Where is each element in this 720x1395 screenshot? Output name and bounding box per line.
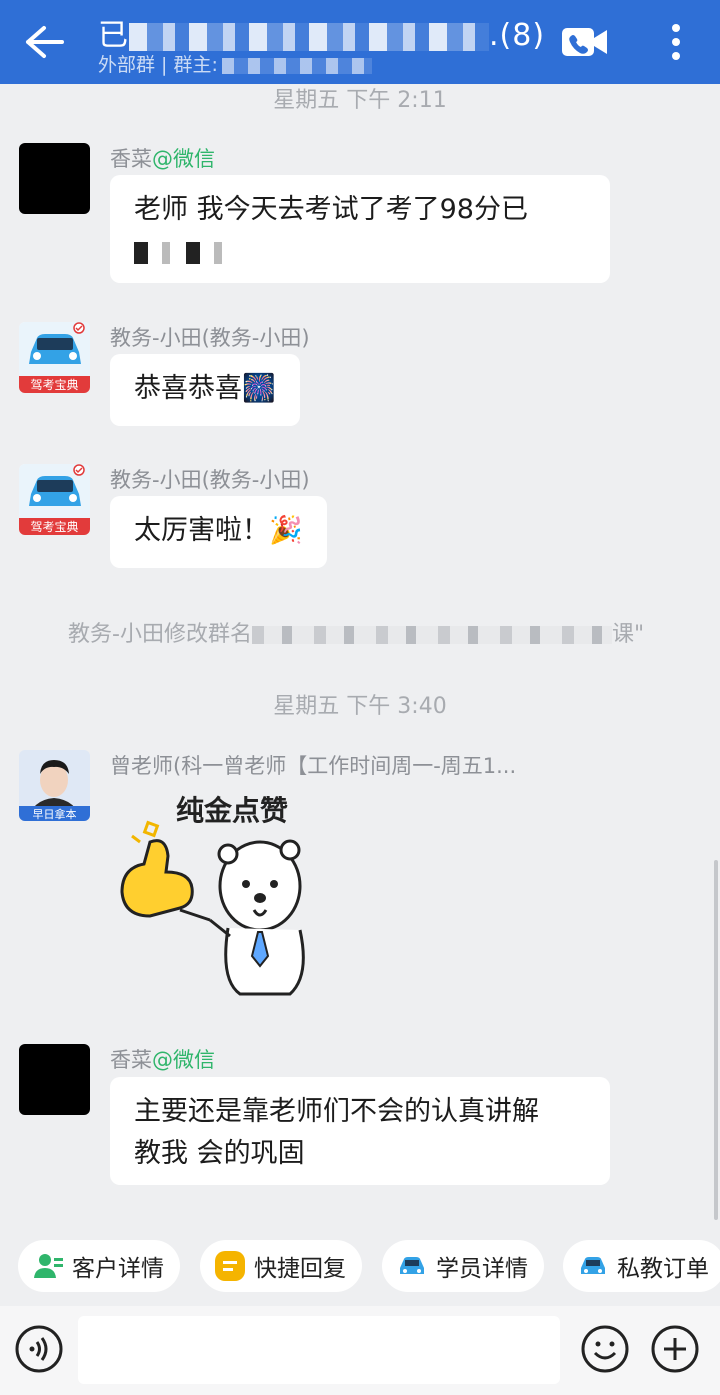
sender-name: 教务-小田(教务-小田) xyxy=(110,468,310,492)
emoji-icon[interactable] xyxy=(580,1324,630,1374)
chat-header: 已 .(8) 外部群 | 群主: xyxy=(0,0,720,84)
quick-reply-icon xyxy=(215,1251,245,1281)
avatar-label: 早日拿本 xyxy=(33,807,77,821)
app-logo-label: 驾考宝典 xyxy=(30,520,78,534)
avatar[interactable]: 早日拿本 xyxy=(19,750,90,821)
avatar[interactable] xyxy=(19,1044,90,1115)
quick-reply-button[interactable]: 快捷回复 xyxy=(200,1240,362,1292)
plus-icon[interactable] xyxy=(650,1324,700,1374)
redacted-subtitle xyxy=(221,57,372,74)
chat-title: 已 .(8) xyxy=(98,10,545,54)
more-options-icon[interactable] xyxy=(660,18,692,66)
message-text: 主要还是靠老师们不会的认真讲解 xyxy=(134,1096,539,1127)
wechat-tag: @微信 xyxy=(152,1048,215,1072)
redacted-group-name xyxy=(251,626,612,644)
sticker-caption: 纯金点赞 xyxy=(176,794,288,827)
customer-icon xyxy=(34,1254,63,1278)
button-label: 学员详情 xyxy=(436,1256,528,1282)
back-arrow-icon[interactable] xyxy=(22,22,66,62)
scrollbar[interactable] xyxy=(714,860,718,1220)
customer-details-button[interactable]: 客户详情 xyxy=(18,1240,180,1292)
timestamp: 星期五 下午 3:40 xyxy=(273,694,447,719)
avatar[interactable] xyxy=(19,143,90,214)
button-label: 私教订单 xyxy=(617,1256,709,1282)
sender-nickname: 香菜 xyxy=(110,147,152,171)
message-bubble[interactable]: 太厉害啦！🎉 xyxy=(110,496,327,568)
voice-icon[interactable] xyxy=(14,1324,64,1374)
timestamp: 星期五 下午 2:11 xyxy=(273,88,447,113)
avatar[interactable]: 驾考宝典 xyxy=(19,464,90,535)
student-details-button[interactable]: 学员详情 xyxy=(382,1240,544,1292)
sender-name: 教务-小田(教务-小田) xyxy=(110,326,310,350)
sender-name: 香菜@微信 xyxy=(110,143,215,173)
message-text: 恭喜恭喜🎆 xyxy=(134,373,276,404)
message-input[interactable] xyxy=(78,1316,560,1384)
redacted-title xyxy=(129,22,489,51)
redacted-text xyxy=(134,231,586,273)
video-call-icon[interactable] xyxy=(560,24,610,60)
message-bubble[interactable]: 恭喜恭喜🎆 xyxy=(110,354,300,426)
input-bar xyxy=(0,1306,720,1395)
title-prefix: 已 xyxy=(98,18,129,53)
message-bubble[interactable]: 主要还是靠老师们不会的认真讲解 教我 会的巩固 xyxy=(110,1077,610,1185)
member-count: .(8) xyxy=(489,18,546,53)
sender-nickname: 香菜 xyxy=(110,1048,152,1072)
redacted-block xyxy=(134,241,224,264)
system-message: 教务-小田修改群名 课" xyxy=(0,616,720,648)
chat-subtitle: 外部群 | 群主: xyxy=(98,50,372,77)
subtitle-text: 外部群 | 群主: xyxy=(98,54,218,76)
teacher-avatar: 早日拿本 xyxy=(19,750,90,821)
car-icon xyxy=(581,1257,605,1274)
system-text-suffix: 课" xyxy=(611,622,645,647)
private-order-button[interactable]: 私教订单 xyxy=(563,1240,720,1292)
sender-name: 曾老师(科一曾老师【工作时间周一-周五1... xyxy=(110,754,517,778)
wechat-tag: @微信 xyxy=(152,147,215,171)
message-text: 教我 会的巩固 xyxy=(134,1138,305,1169)
button-label: 客户详情 xyxy=(72,1256,164,1282)
message-text: 太厉害啦！🎉 xyxy=(134,515,303,546)
message-text: 老师 我今天去考试了考了98分已 xyxy=(134,194,528,225)
sender-name: 香菜@微信 xyxy=(110,1044,215,1074)
car-app-logo: 驾考宝典 xyxy=(19,464,90,535)
car-icon xyxy=(400,1257,424,1274)
button-label: 快捷回复 xyxy=(254,1256,346,1282)
thumbs-up-bear-sticker[interactable]: 纯金点赞 xyxy=(110,780,330,1010)
avatar[interactable]: 驾考宝典 xyxy=(19,322,90,393)
quick-action-bar: 客户详情 快捷回复 学员详情 私教订单 xyxy=(0,1222,720,1314)
message-bubble[interactable]: 老师 我今天去考试了考了98分已 xyxy=(110,175,610,283)
system-text: 教务-小田修改群名 xyxy=(68,622,252,647)
car-app-logo: 驾考宝典 xyxy=(19,322,90,393)
app-logo-label: 驾考宝典 xyxy=(30,378,78,392)
